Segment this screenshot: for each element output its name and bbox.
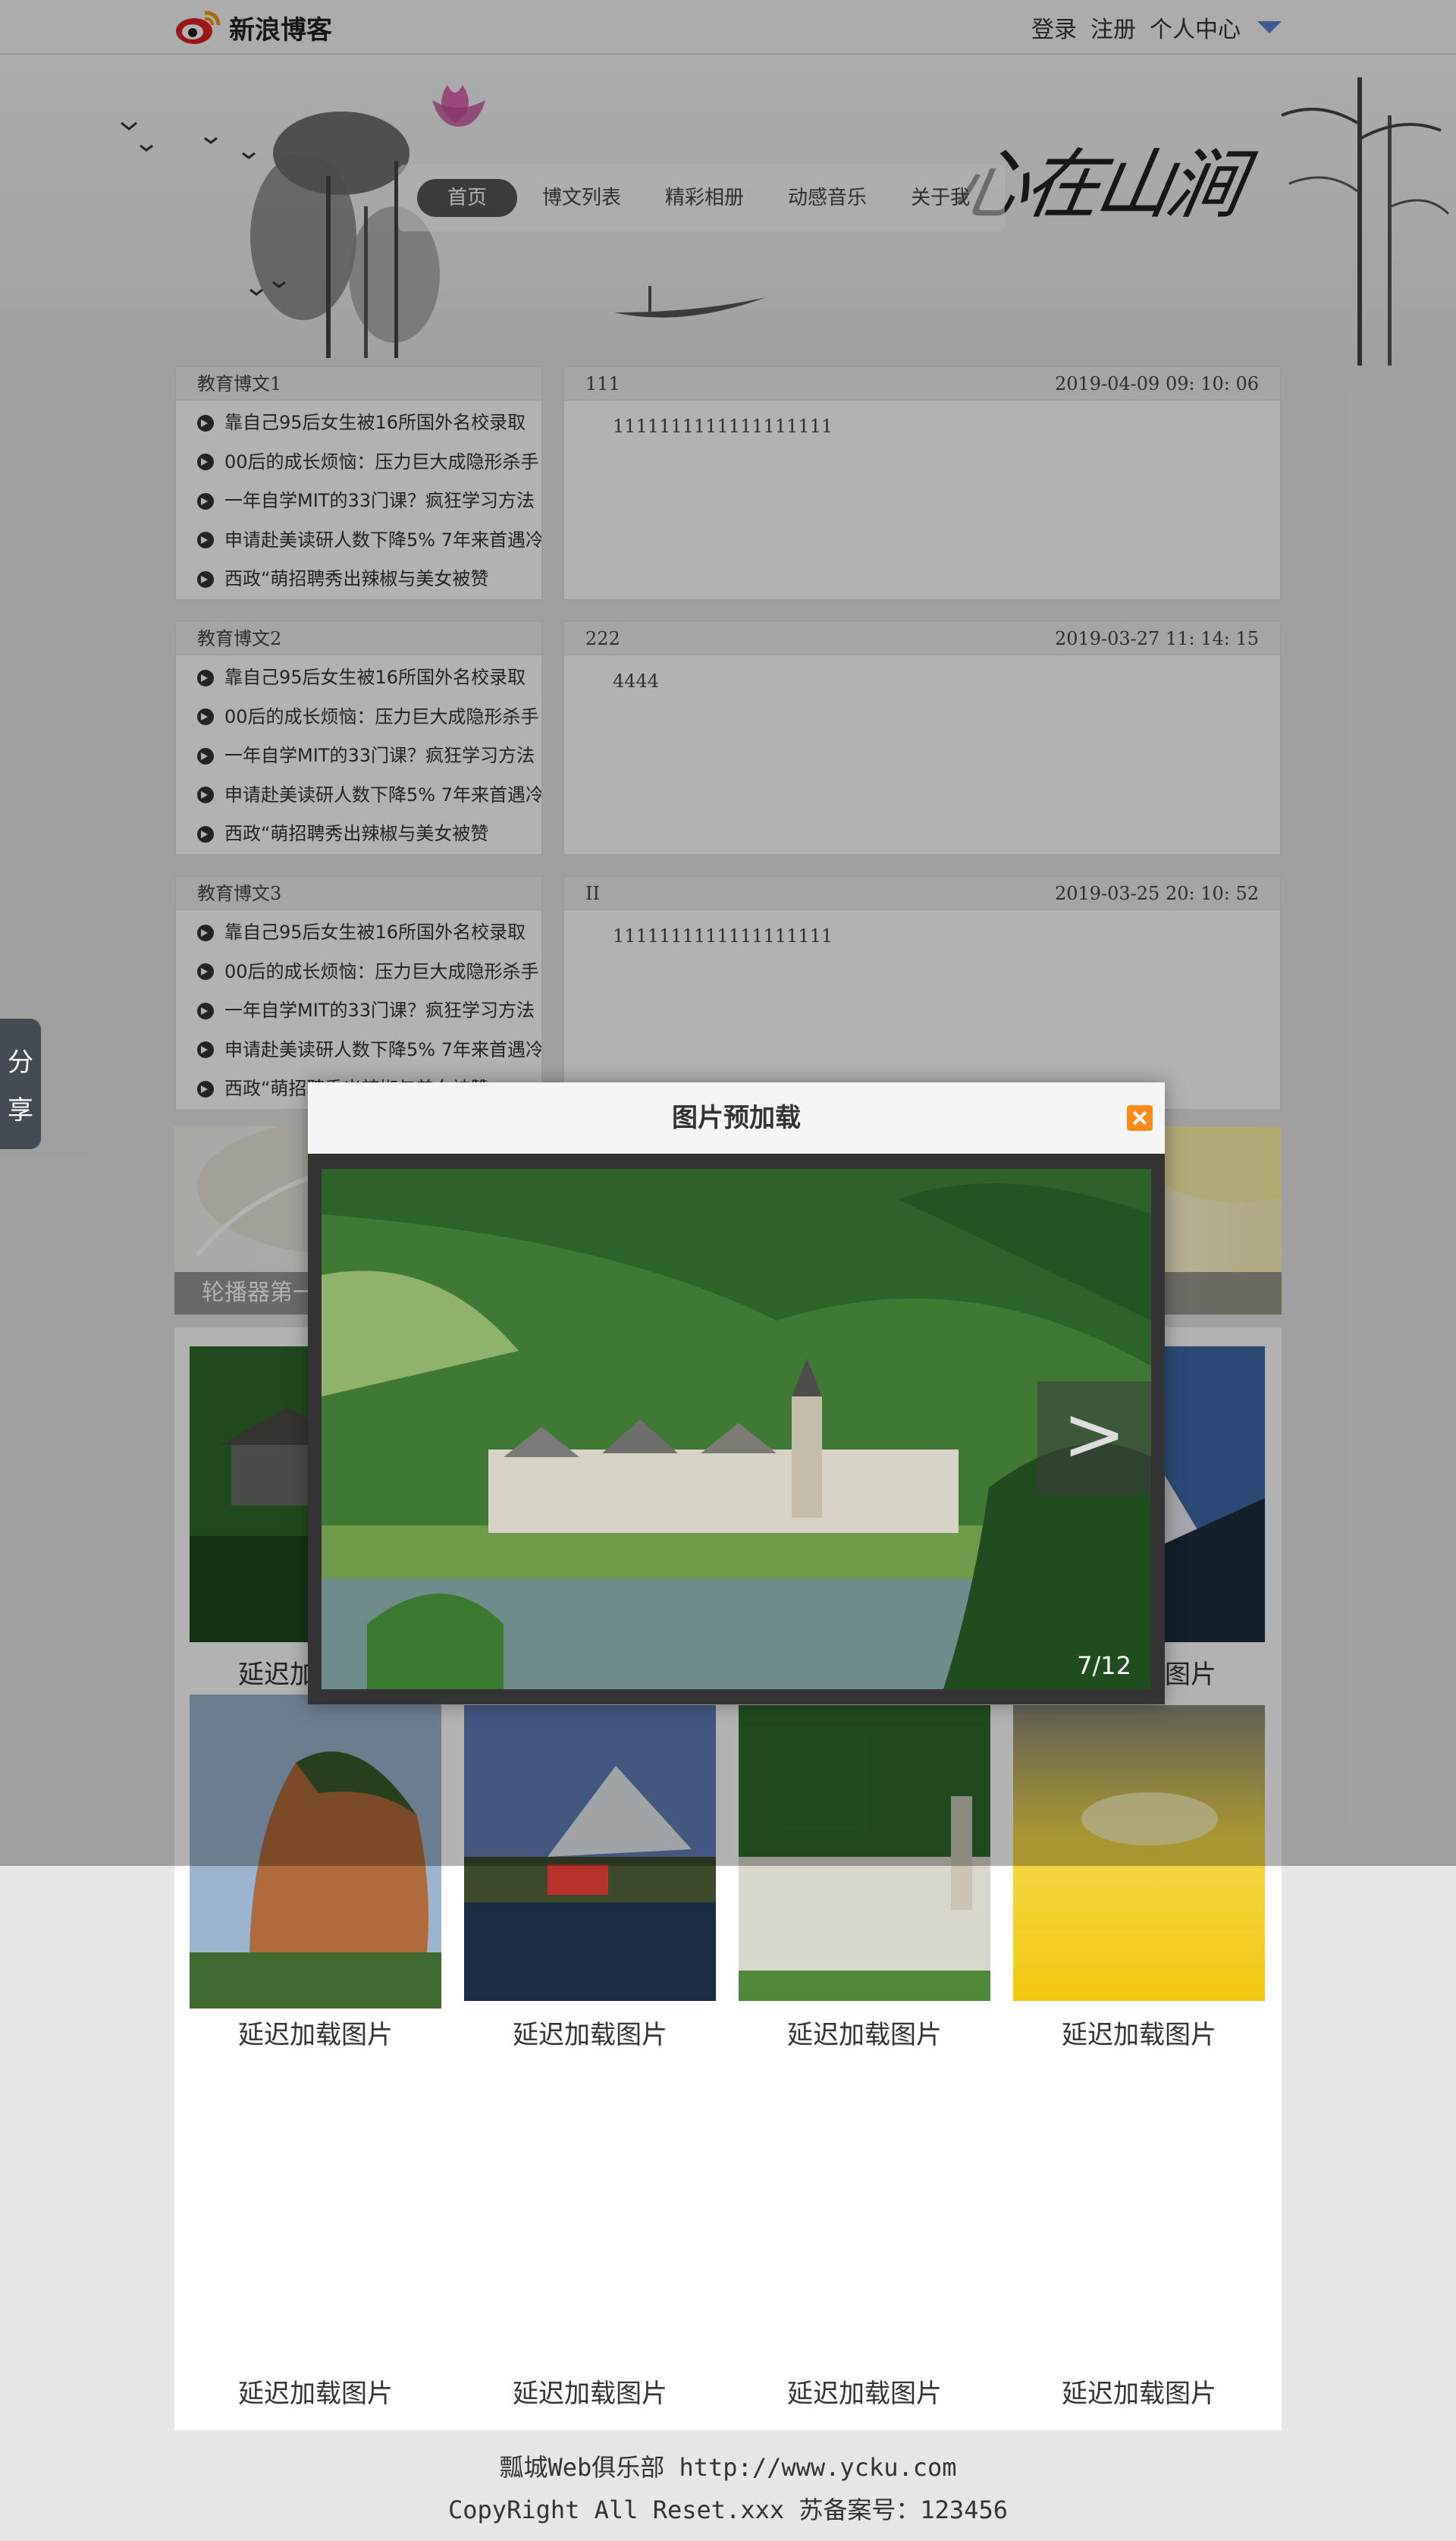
image-preload-dialog: 图片预加载 > 7/12 — [308, 1082, 1165, 1704]
gallery-caption: 延迟加载图片 — [787, 2379, 942, 2409]
gallery-caption: 延迟加载图片 — [1062, 2379, 1216, 2409]
dialog-title: 图片预加载 — [672, 1103, 801, 1133]
gallery-caption: 延迟加载图片 — [787, 2020, 942, 2050]
share-label-2: 享 — [8, 1095, 33, 1126]
image-counter: 7/12 — [1077, 1651, 1131, 1680]
footer-copyright: CopyRight All Reset.xxx 苏备案号：123456 — [448, 2495, 1008, 2524]
close-icon[interactable] — [1127, 1105, 1153, 1131]
footer: 瓢城Web俱乐部 http://www.ycku.com CopyRight A… — [0, 2446, 1456, 2531]
next-arrow-button[interactable]: > — [1037, 1381, 1151, 1495]
share-label-1: 分 — [8, 1047, 33, 1078]
gallery-caption: 延迟加载图片 — [238, 2020, 393, 2050]
preview-image — [322, 1169, 1151, 1689]
dialog-image-frame: > 7/12 — [308, 1154, 1165, 1704]
gallery-caption: 延迟加载图片 — [513, 2379, 667, 2409]
footer-club-link[interactable]: 瓢城Web俱乐部 http://www.ycku.com — [0, 2446, 1456, 2489]
share-tab[interactable]: 分 享 — [0, 1019, 41, 1149]
gallery-caption: 延迟加载图片 — [1062, 2020, 1216, 2050]
gallery-caption: 延迟加载图片 — [513, 2020, 667, 2050]
gallery-caption: 延迟加载图片 — [238, 2379, 393, 2409]
